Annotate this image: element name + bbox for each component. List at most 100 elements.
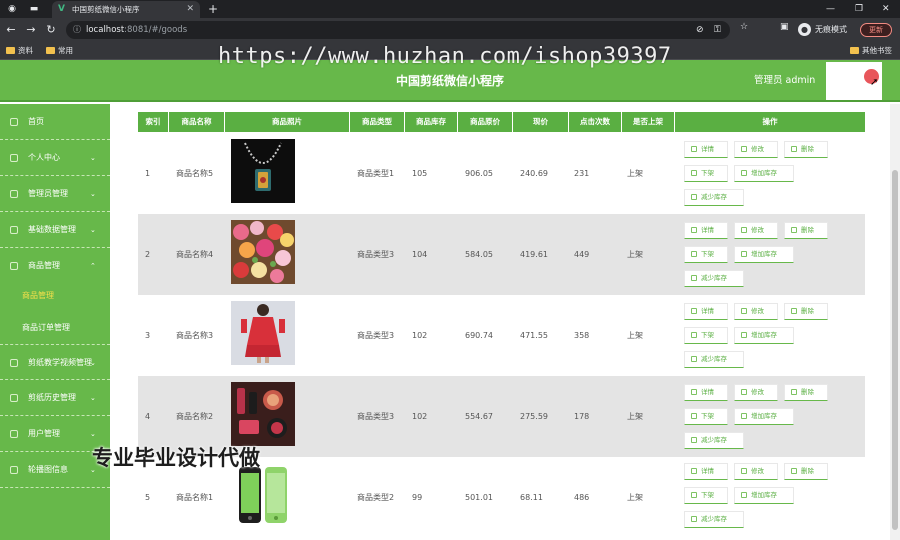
decrease-stock-button[interactable]: 减少库存: [684, 511, 744, 528]
address-bar[interactable]: ⓘ localhost:8081/#/goods ⚿ ⊘: [66, 21, 730, 39]
button-label: 增加库存: [751, 169, 777, 177]
close-window-icon[interactable]: ✕: [882, 2, 890, 16]
button-label: 修改: [751, 226, 764, 234]
location-icon: [691, 516, 697, 522]
button-label: 下架: [701, 169, 714, 177]
browser-tab[interactable]: V 中国剪纸微信小程序 ✕: [52, 1, 200, 18]
other-bookmarks[interactable]: 其他书签: [850, 45, 892, 57]
increase-stock-button[interactable]: 增加库存: [734, 487, 794, 504]
button-label: 增加库存: [751, 250, 777, 258]
cell-original-price: 690.74: [465, 331, 493, 340]
off-shelf-button[interactable]: 下架: [684, 165, 728, 182]
detail-button[interactable]: 详情: [684, 222, 728, 239]
folder-icon: [6, 47, 15, 54]
off-shelf-button[interactable]: 下架: [684, 327, 728, 344]
location-icon: [691, 356, 697, 362]
tab-close-icon[interactable]: ✕: [186, 1, 194, 18]
decrease-stock-button[interactable]: 减少库存: [684, 351, 744, 368]
sidebar-item-label: 剪纸历史管理: [28, 393, 76, 402]
new-tab-icon[interactable]: +: [208, 2, 218, 16]
delete-button[interactable]: 删除: [784, 303, 828, 320]
sidebar-item-admin[interactable]: 管理员管理 ⌄: [0, 176, 110, 212]
decrease-stock-button[interactable]: 减少库存: [684, 270, 744, 287]
star-icon[interactable]: ☆: [740, 22, 748, 32]
edit-button[interactable]: 修改: [734, 141, 778, 158]
cell-name: 商品名称4: [176, 250, 214, 259]
table-row: 2 商品名称4 商品类型3 104 584.05 419.61 449 上架 详…: [138, 214, 865, 295]
bookmark-folder[interactable]: 常用: [46, 45, 73, 57]
edit-button[interactable]: 修改: [734, 222, 778, 239]
bookmark-folder[interactable]: 资料: [6, 45, 33, 57]
cell-index: 3: [145, 331, 151, 340]
button-label: 下架: [701, 250, 714, 258]
delete-button[interactable]: 删除: [784, 384, 828, 401]
button-label: 删除: [801, 388, 814, 396]
decrease-stock-button[interactable]: 减少库存: [684, 189, 744, 206]
users-icon: [10, 430, 18, 438]
decrease-stock-button[interactable]: 减少库存: [684, 432, 744, 449]
scrollbar-thumb[interactable]: [892, 170, 898, 530]
button-label: 增加库存: [751, 331, 777, 339]
sidebar-item-videos[interactable]: 剪纸教学视频管理 ⌄: [0, 344, 110, 380]
detail-button[interactable]: 详情: [684, 303, 728, 320]
table-row: 3 商品名称3 商品类型3 102 690.74 471.55 358 上架 详…: [138, 295, 865, 376]
increase-stock-button[interactable]: 增加库存: [734, 246, 794, 263]
column-header: 操作: [762, 117, 778, 126]
increase-stock-button[interactable]: 增加库存: [734, 165, 794, 182]
detail-button[interactable]: 详情: [684, 384, 728, 401]
sidebar-item-history[interactable]: 剪纸历史管理 ⌄: [0, 380, 110, 416]
trash-icon: [791, 146, 797, 152]
detail-button[interactable]: 详情: [684, 463, 728, 480]
key-icon[interactable]: ⚿: [714, 21, 721, 39]
detail-button[interactable]: 详情: [684, 141, 728, 158]
minimize-window-icon[interactable]: —: [826, 2, 835, 16]
edit-button[interactable]: 修改: [734, 384, 778, 401]
incognito-label: 无痕模式: [815, 25, 847, 34]
off-shelf-button[interactable]: 下架: [684, 487, 728, 504]
bookmark-label: 常用: [58, 46, 73, 55]
chrome-menu-icon[interactable]: ◉: [6, 3, 18, 15]
cell-clicks: 178: [574, 412, 590, 421]
delete-button[interactable]: 删除: [784, 222, 828, 239]
increase-stock-button[interactable]: 增加库存: [734, 327, 794, 344]
sidebar-item-goods[interactable]: 商品管理 ⌃: [0, 248, 110, 284]
column-header: 现价: [513, 112, 569, 132]
side-panel-icon[interactable]: ▣: [780, 22, 789, 32]
document-icon: [691, 227, 697, 233]
sidebar-item-home[interactable]: 首页: [0, 104, 110, 140]
cell-type: 商品类型2: [357, 493, 395, 502]
forward-icon[interactable]: →: [24, 23, 38, 37]
off-shelf-button[interactable]: 下架: [684, 246, 728, 263]
restore-window-icon[interactable]: ❐: [855, 2, 863, 16]
tab-search-icon[interactable]: ▬: [28, 3, 40, 15]
edit-button[interactable]: 修改: [734, 303, 778, 320]
document-icon: [691, 251, 697, 257]
document-icon: [691, 146, 697, 152]
cell-price: 471.55: [520, 331, 548, 340]
button-label: 减少库存: [701, 193, 727, 201]
folder-icon: [850, 47, 859, 54]
button-label: 下架: [701, 331, 714, 339]
site-info-icon[interactable]: ⓘ: [73, 21, 81, 39]
sidebar-subitem-orders[interactable]: 商品订单管理: [0, 312, 110, 344]
reload-icon[interactable]: ↻: [44, 23, 58, 37]
update-button[interactable]: 更新: [860, 23, 892, 37]
bookmark-label: 其他书签: [862, 46, 892, 55]
camera-blocked-icon[interactable]: ⊘: [696, 21, 704, 39]
column-header: 商品原价: [458, 112, 513, 132]
increase-stock-button[interactable]: 增加库存: [734, 408, 794, 425]
incognito-icon[interactable]: ●: [798, 23, 811, 36]
off-shelf-button[interactable]: 下架: [684, 408, 728, 425]
delete-button[interactable]: 删除: [784, 463, 828, 480]
cell-clicks: 449: [574, 250, 590, 259]
trash-icon: [791, 227, 797, 233]
document-icon: [691, 492, 697, 498]
delete-button[interactable]: 删除: [784, 141, 828, 158]
edit-button[interactable]: 修改: [734, 463, 778, 480]
sidebar-item-profile[interactable]: 个人中心 ⌄: [0, 140, 110, 176]
sidebar-item-base-data[interactable]: 基础数据管理 ⌄: [0, 212, 110, 248]
sidebar-subitem-goods[interactable]: 商品管理: [0, 280, 110, 312]
button-label: 减少库存: [701, 515, 727, 523]
back-icon[interactable]: ←: [4, 23, 18, 37]
url-host: localhost: [86, 25, 125, 35]
